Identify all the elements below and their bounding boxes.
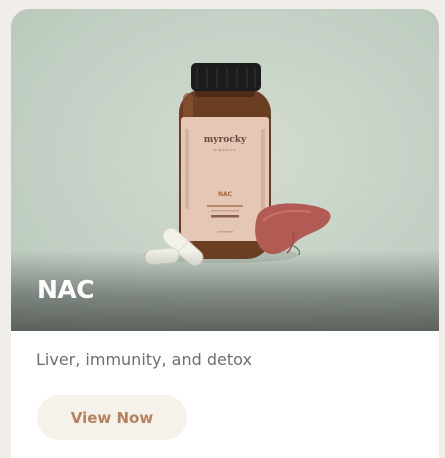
product-title: NAC <box>37 275 95 304</box>
product-hero-image: myrocky organics NAC NAC <box>11 9 439 331</box>
bottle-label-name: NAC <box>218 191 233 198</box>
bottle-sub-text: organics <box>214 148 237 152</box>
bottle-brand-text: myrocky <box>204 135 247 145</box>
product-description: Liver, immunity, and detox <box>36 350 252 369</box>
product-card[interactable]: myrocky organics NAC NAC Liver, immunity… <box>11 9 439 458</box>
view-now-button[interactable]: View Now <box>37 395 187 440</box>
